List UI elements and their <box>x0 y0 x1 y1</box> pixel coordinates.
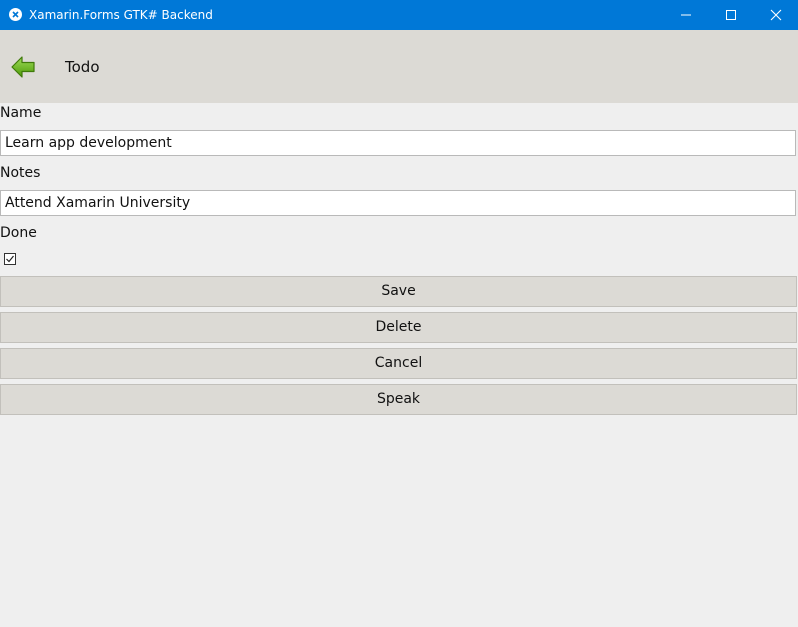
delete-button[interactable]: Delete <box>0 312 797 343</box>
xamarin-app-icon <box>9 8 22 21</box>
close-button[interactable] <box>753 0 798 30</box>
save-button[interactable]: Save <box>0 276 797 307</box>
navigation-bar: Todo <box>0 30 798 103</box>
back-arrow-icon[interactable] <box>10 54 38 80</box>
cancel-button[interactable]: Cancel <box>0 348 797 379</box>
page-title: Todo <box>65 58 100 76</box>
maximize-icon <box>726 10 736 20</box>
title-bar: Xamarin.Forms GTK# Backend <box>0 0 798 30</box>
notes-field[interactable] <box>0 190 796 216</box>
minimize-button[interactable] <box>663 0 709 30</box>
window-title: Xamarin.Forms GTK# Backend <box>29 8 213 22</box>
done-label: Done <box>0 225 37 241</box>
maximize-button[interactable] <box>708 0 754 30</box>
name-field[interactable] <box>0 130 796 156</box>
minimize-icon <box>681 14 691 16</box>
notes-label: Notes <box>0 165 41 181</box>
name-label: Name <box>0 105 42 121</box>
done-checkbox[interactable] <box>4 253 16 265</box>
close-icon <box>770 9 782 21</box>
speak-button[interactable]: Speak <box>0 384 797 415</box>
